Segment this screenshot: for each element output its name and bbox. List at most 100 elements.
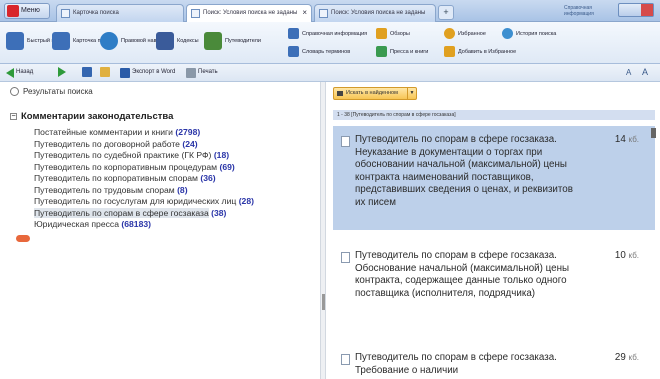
tree-item[interactable]: Путеводитель по судебной практике (ГК РФ… xyxy=(34,150,324,162)
tree-item-label: Путеводитель по корпоративным процедурам xyxy=(34,161,218,172)
tree-item-count: (2798) xyxy=(175,127,201,137)
tree-item[interactable]: Юридическая пресса (68183) xyxy=(34,219,324,231)
title-tab-bar: Меню Карточка поиска Поиск: Условия поис… xyxy=(0,0,660,22)
ribbon-label: Избранное xyxy=(458,30,486,37)
back-label: Назад xyxy=(16,69,34,75)
export-word-button[interactable]: Экспорт в Word xyxy=(120,67,175,78)
tree-item-label: Путеводитель по спорам в сфере госзаказа xyxy=(34,207,209,218)
tree-item-label: Постатейные комментарии и книги xyxy=(34,127,173,137)
font-decrease-button[interactable]: A xyxy=(626,67,631,78)
word-icon xyxy=(120,67,130,78)
new-tab-button[interactable]: + xyxy=(438,5,454,20)
selection-marker-icon xyxy=(16,235,30,242)
tree-item[interactable]: Путеводитель по трудовым спорам (8) xyxy=(34,185,324,197)
search-history-button[interactable]: История поиска xyxy=(502,28,556,39)
tree-item[interactable]: Путеводитель по корпоративным процедурам… xyxy=(34,162,324,174)
app-menu-button[interactable]: Меню xyxy=(4,3,50,19)
ribbon-label: Кодексы xyxy=(177,38,199,44)
list-info-bar: 1 - 38 [Путеводитель по спорам в сфере г… xyxy=(333,110,655,120)
tab-search-2[interactable]: Поиск: Условия поиска не заданы xyxy=(314,4,436,22)
window-controls[interactable] xyxy=(618,3,654,17)
document-icon xyxy=(191,9,200,18)
document-item[interactable]: Путеводитель по спорам в сфере госзаказа… xyxy=(333,242,655,334)
dictionary-icon xyxy=(288,46,299,57)
dropdown-icon[interactable]: ▼ xyxy=(407,88,416,99)
tree-item-label: Путеводитель по трудовым спорам xyxy=(34,184,175,195)
ribbon-label: Обзоры xyxy=(390,30,410,37)
glossary-button[interactable]: Словарь терминов xyxy=(288,46,350,57)
font-increase-button[interactable]: A xyxy=(642,67,648,78)
back-button[interactable]: Назад xyxy=(6,67,33,78)
size-unit: кб. xyxy=(628,353,639,362)
reference-info-link[interactable]: Справочная информация xyxy=(564,5,612,17)
search-in-results-button[interactable]: Искать в найденном ▼ xyxy=(333,87,417,100)
tree-item-selected[interactable]: Путеводитель по спорам в сфере госзаказа… xyxy=(34,207,324,220)
books-icon xyxy=(156,32,174,50)
tree-item[interactable]: Путеводитель по корпоративным спорам (36… xyxy=(34,173,324,185)
search-results-tree: Результаты поиска − Комментарии законода… xyxy=(8,85,320,379)
codes-button[interactable]: Кодексы xyxy=(156,32,199,50)
document-item[interactable]: Путеводитель по спорам в сфере госзаказа… xyxy=(333,344,655,379)
list-toolbar: Искать в найденном ▼ xyxy=(327,82,660,104)
star-icon xyxy=(444,28,455,39)
splitter-grip[interactable] xyxy=(322,294,325,310)
guides-button[interactable]: Путеводители xyxy=(204,32,261,50)
info-icon xyxy=(288,28,299,39)
tree-item-label: Путеводитель по корпоративным спорам xyxy=(34,173,198,183)
document-item-selected[interactable]: Путеводитель по спорам в сфере госзаказа… xyxy=(333,126,655,230)
tree-item-count: (68183) xyxy=(121,219,152,229)
print-button[interactable]: Печать xyxy=(186,67,218,78)
collapse-icon[interactable]: − xyxy=(10,113,17,120)
tab-label: Карточка поиска xyxy=(73,10,119,16)
document-title: Путеводитель по спорам в сфере госзаказа… xyxy=(355,352,557,376)
navigation-toolbar: Назад Экспорт в Word Печать A A xyxy=(0,64,660,82)
tree-item-count: (8) xyxy=(177,184,188,195)
print-label: Печать xyxy=(198,69,218,75)
tree-item-count: (24) xyxy=(182,138,198,149)
pen-icon xyxy=(376,28,387,39)
tab-search-active[interactable]: Поиск: Условия поиска не заданы × xyxy=(186,4,312,22)
back-arrow-icon xyxy=(6,67,14,78)
tab-search-card[interactable]: Карточка поиска xyxy=(56,4,184,22)
history-icon xyxy=(502,28,513,39)
favorites-button[interactable]: Избранное xyxy=(444,28,486,39)
forward-button[interactable] xyxy=(58,67,66,77)
reviews-button[interactable]: Обзоры xyxy=(376,28,410,39)
folder-button[interactable] xyxy=(100,67,110,77)
size-unit: кб. xyxy=(628,251,639,260)
tree-item-count: (69) xyxy=(219,161,235,172)
tree-item[interactable]: Путеводитель по госуслугам для юридическ… xyxy=(34,196,324,208)
magnifier-icon xyxy=(6,32,24,50)
document-icon xyxy=(341,354,350,365)
group-title: Комментарии законодательства xyxy=(21,111,174,122)
ribbon-label: Словарь терминов xyxy=(302,48,351,55)
tree-item-label: Путеводитель по договорной работе xyxy=(34,138,180,149)
size-value: 14 xyxy=(614,134,626,145)
tree-item-count: (36) xyxy=(200,173,216,183)
scrollbar-thumb[interactable] xyxy=(651,128,656,138)
navigator-icon xyxy=(100,32,118,50)
search-in-results-label: Искать в найденном xyxy=(346,90,398,96)
size-value: 10 xyxy=(614,250,626,261)
app-menu-label: Меню xyxy=(21,7,40,14)
press-books-button[interactable]: Пресса и книги xyxy=(376,46,428,57)
tree-group-header[interactable]: − Комментарии законодательства xyxy=(10,111,173,122)
tree-item[interactable]: Путеводитель по договорной работе (24) xyxy=(34,139,324,151)
document-icon xyxy=(341,136,350,147)
results-header: Результаты поиска xyxy=(10,87,93,96)
floppy-icon xyxy=(82,67,92,77)
printer-icon xyxy=(186,67,196,78)
add-to-favorites-button[interactable]: Добавить в Избранное xyxy=(444,46,516,57)
tree-items: Постатейные комментарии и книги (2798) П… xyxy=(34,127,324,231)
save-button[interactable] xyxy=(82,67,92,77)
tree-item-label: Путеводитель по госуслугам для юридическ… xyxy=(34,196,237,206)
font-size-icon: A xyxy=(626,68,632,77)
signpost-icon xyxy=(204,32,222,50)
close-tab-icon[interactable]: × xyxy=(302,5,307,21)
document-title: Путеводитель по спорам в сфере госзаказа… xyxy=(355,134,573,208)
document-size: 29 кб. xyxy=(615,352,639,363)
panel-splitter[interactable] xyxy=(320,82,326,379)
tree-item[interactable]: Постатейные комментарии и книги (2798) xyxy=(34,127,324,139)
reference-info-button[interactable]: Справочная информация xyxy=(288,28,367,39)
tree-item-count: (38) xyxy=(211,207,227,218)
